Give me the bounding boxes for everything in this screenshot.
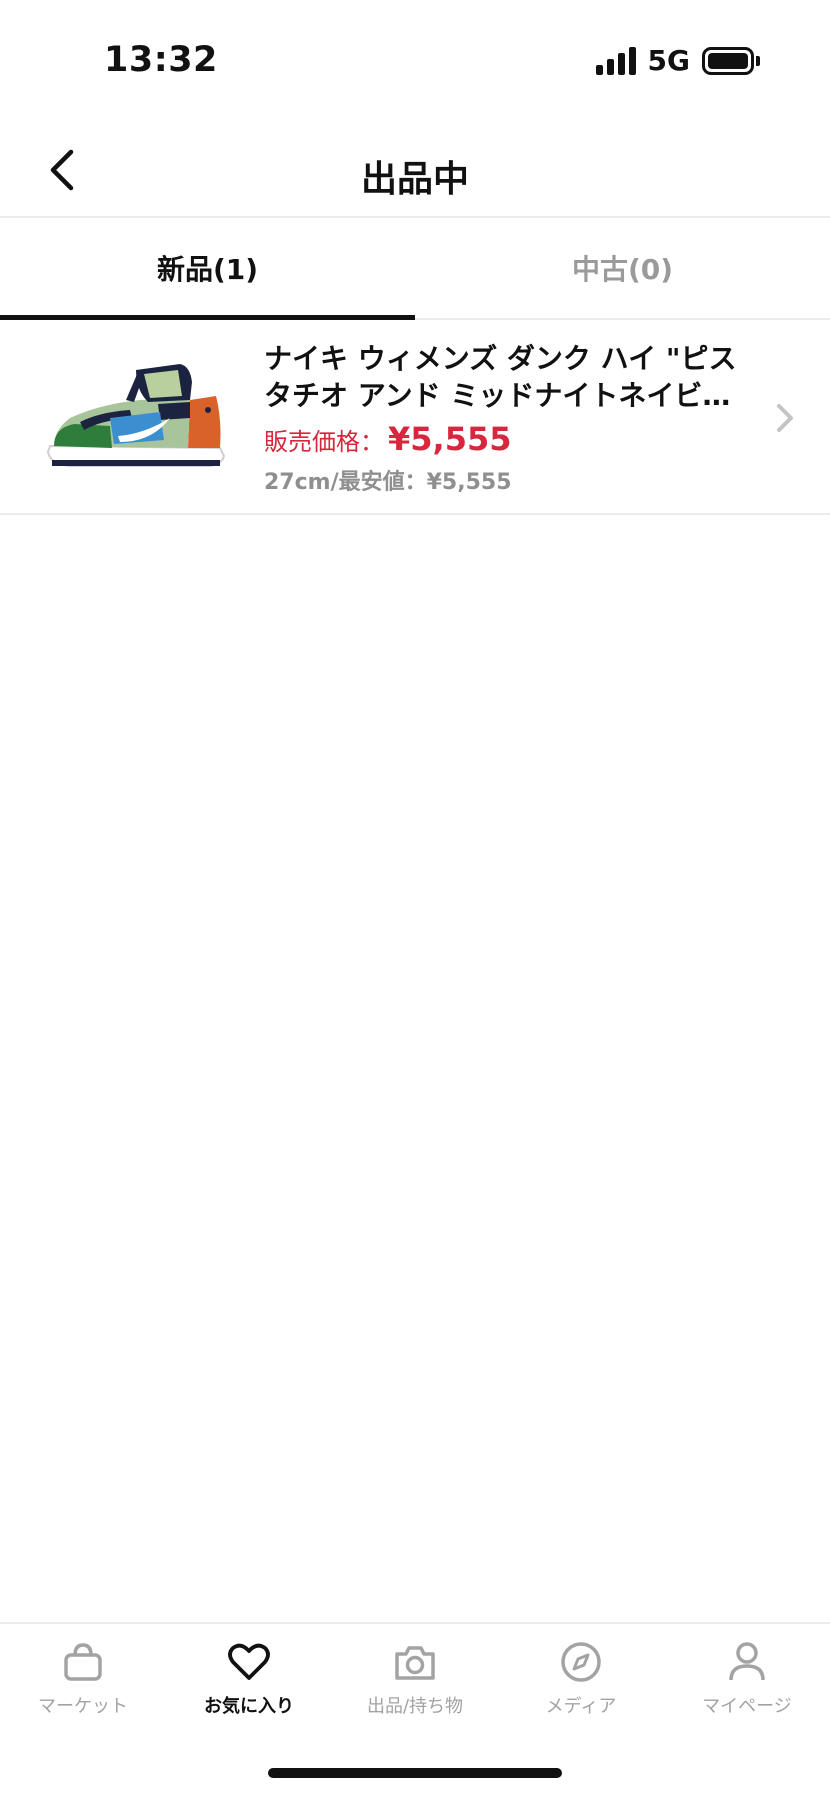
camera-icon: [395, 1646, 435, 1680]
status-time: 13:32: [104, 40, 218, 80]
nav-mypage-label: マイページ: [702, 1696, 792, 1717]
person-icon: [729, 1642, 765, 1681]
nav-favorites[interactable]: お気に入り: [166, 1624, 332, 1742]
nav-listings-label: 出品/持ち物: [366, 1696, 464, 1717]
page-title: 出品中: [360, 159, 469, 200]
compass-icon: [561, 1642, 601, 1682]
nav-market-label: マーケット: [38, 1696, 128, 1717]
listing-info: ナイキ ウィメンズ ダンク ハイ "ピスタチオ アンド ミッドナイトネイビ… 販…: [264, 340, 764, 496]
cellular-signal-icon: [595, 46, 636, 75]
nav-header: 出品中: [0, 120, 830, 218]
bottom-nav: マーケット お気に入り 出品/持ち物 メディア マイページ: [0, 1622, 830, 1742]
status-indicators: 5G: [595, 44, 760, 77]
condition-tabs: 新品(1) 中古(0): [0, 218, 830, 320]
nav-favorites-label: お気に入り: [204, 1696, 294, 1717]
nav-media[interactable]: メディア: [498, 1624, 664, 1742]
tab-new[interactable]: 新品(1): [0, 218, 415, 320]
sneaker-image: [46, 364, 226, 467]
home-indicator: [268, 1768, 562, 1778]
size-lowest-price: 27cm/最安値：¥5,555: [264, 470, 512, 495]
nav-market[interactable]: マーケット: [0, 1624, 166, 1742]
status-bar: 13:32 5G: [0, 0, 830, 120]
nav-media-label: メディア: [545, 1696, 617, 1717]
price-value: ¥5,555: [388, 420, 512, 458]
listing-item[interactable]: ナイキ ウィメンズ ダンク ハイ "ピスタチオ アンド ミッドナイトネイビ… 販…: [0, 320, 830, 515]
nav-mypage[interactable]: マイページ: [664, 1624, 830, 1742]
shopping-bag-icon: [64, 1643, 102, 1681]
item-title: ナイキ ウィメンズ ダンク ハイ "ピスタチオ アンド ミッドナイトネイビ…: [264, 342, 737, 412]
price-line: 販売価格： ¥5,555: [264, 420, 764, 458]
tab-used[interactable]: 中古(0): [415, 218, 830, 318]
battery-icon: [702, 46, 760, 75]
network-label: 5G: [647, 44, 690, 77]
heart-icon: [228, 1643, 270, 1680]
nav-listings[interactable]: 出品/持ち物: [332, 1624, 498, 1742]
price-label: 販売価格：: [264, 428, 384, 456]
chevron-right-icon: [777, 404, 793, 432]
